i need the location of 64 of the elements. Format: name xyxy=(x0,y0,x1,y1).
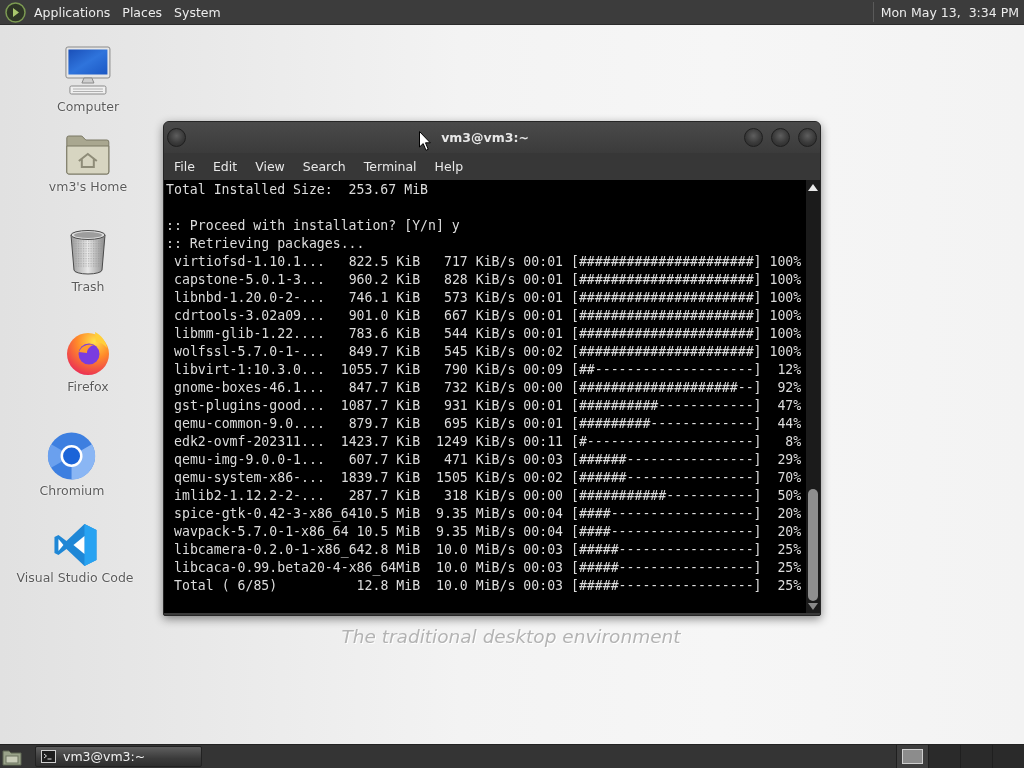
desktop-shortcut[interactable]: Chromium xyxy=(39,428,105,499)
desktop-shortcut[interactable]: Computer xyxy=(56,44,120,115)
window-control-button[interactable] xyxy=(798,128,817,147)
terminal-line: :: Proceed with installation? [Y/n] y xyxy=(166,217,460,235)
download-progress-line: edk2-ovmf-202311... 1423.7 KiB 1249 KiB/s 00:11 [#---------------------] 8% xyxy=(174,433,802,451)
scroll-up-icon[interactable] xyxy=(808,184,818,191)
mouse-pointer-icon xyxy=(419,131,431,151)
download-progress-line: libvirt-1:10.3.0... 1055.7 KiB 790 KiB/s 00:09 [##--------------------] 12% xyxy=(174,361,802,379)
window-control-button[interactable] xyxy=(167,128,186,147)
scrollbar[interactable] xyxy=(806,180,820,613)
download-progress-line: libmm-glib-1.22.... 783.6 KiB 544 KiB/s 00:01 [######################] 100% xyxy=(174,325,802,343)
workspace-cell[interactable] xyxy=(960,745,992,768)
download-progress-line: imlib2-1.12.2-2-... 287.7 KiB 318 KiB/s 00:00 [###########-----------] 50% xyxy=(174,487,802,505)
menu-item[interactable]: Terminal xyxy=(354,154,426,179)
download-progress-line: spice-gtk-0.42-3-x86_6410.5 MiB 9.35 MiB/s 00:04 [####------------------] 20% xyxy=(174,505,802,523)
download-progress-line: libcamera-0.2.0-1-x86_642.8 MiB 10.0 MiB/s 00:03 [#####-----------------] 25% xyxy=(174,541,802,559)
menu-item[interactable]: View xyxy=(246,154,294,179)
show-desktop-icon[interactable] xyxy=(2,747,22,766)
menu-item[interactable]: Edit xyxy=(203,154,247,179)
scrollbar-thumb[interactable] xyxy=(808,489,818,601)
window-thumbnail-icon xyxy=(902,749,923,764)
clock[interactable]: Mon May 13, 3:34 PM xyxy=(873,4,1024,20)
computer-monitor-icon xyxy=(64,46,112,96)
download-progress-line: libnbd-1.20.0-2-... 746.1 KiB 573 KiB/s 00:01 [######################] 100% xyxy=(174,289,802,307)
panel-menu[interactable]: System xyxy=(168,1,227,23)
wallpaper-caption: The traditional desktop environment xyxy=(341,626,681,647)
menu-item[interactable]: Help xyxy=(425,154,473,179)
panel-menu[interactable]: Places xyxy=(116,1,169,23)
terminal-line: :: Retrieving packages... xyxy=(166,235,365,253)
terminal-line: Total Installed Size: 253.67 MiB xyxy=(166,181,428,199)
home-folder-icon xyxy=(65,132,111,176)
taskbar-button[interactable]: vm3@vm3:~ xyxy=(35,746,202,767)
download-progress-line: libcaca-0.99.beta20-4-x86_64MiB 10.0 MiB/s 00:03 [#####-----------------] 25% xyxy=(174,559,802,577)
download-progress-line: gst-plugins-good... 1087.7 KiB 931 KiB/s 00:01 [##########------------] 47% xyxy=(174,397,802,415)
menu-item[interactable]: Search xyxy=(293,154,355,179)
download-progress-line: qemu-system-x86-... 1839.7 KiB 1505 KiB/s 00:02 [######----------------] 70% xyxy=(174,469,802,487)
menu-logo-icon[interactable] xyxy=(5,1,26,23)
menu-item[interactable]: File xyxy=(165,154,204,179)
download-progress-line: capstone-5.0.1-3... 960.2 KiB 828 KiB/s 00:01 [######################] 100% xyxy=(174,271,802,289)
download-total-line: Total ( 6/85) 12.8 MiB 10.0 MiB/s 00:03 [#####-----------------] 25% xyxy=(174,577,802,595)
window-control-button[interactable] xyxy=(771,128,790,147)
desktop-shortcut[interactable]: Firefox xyxy=(65,324,111,395)
terminal-icon xyxy=(41,750,56,763)
vscode-logo-icon xyxy=(53,523,97,567)
desktop-shortcut[interactable]: vm3's Home xyxy=(48,124,128,195)
download-progress-line: gnome-boxes-46.1... 847.7 KiB 732 KiB/s 00:00 [####################--] 92% xyxy=(174,379,802,397)
workspace-cell[interactable] xyxy=(992,745,1024,768)
firefox-logo-icon xyxy=(65,330,111,376)
trash-can-icon xyxy=(68,228,108,276)
download-progress-line: qemu-common-9.0.... 879.7 KiB 695 KiB/s 00:01 [#########-------------] 44% xyxy=(174,415,802,433)
download-progress-line: wavpack-5.7.0-1-x86_64 10.5 MiB 9.35 MiB/s 00:04 [####------------------] 20% xyxy=(174,523,802,541)
panel-menu[interactable]: Applications xyxy=(28,1,117,23)
download-progress-line: virtiofsd-1.10.1... 822.5 KiB 717 KiB/s 00:01 [######################] 100% xyxy=(174,253,802,271)
desktop-shortcut[interactable]: Visual Studio Code xyxy=(16,515,134,586)
scroll-down-icon[interactable] xyxy=(808,603,818,610)
workspace-cell[interactable] xyxy=(928,745,960,768)
download-progress-line: qemu-img-9.0.0-1... 607.7 KiB 471 KiB/s 00:03 [######----------------] 29% xyxy=(174,451,802,469)
workspace-cell[interactable] xyxy=(896,745,928,768)
window-title: vm3@vm3:~ xyxy=(441,130,529,145)
download-progress-line: wolfssl-5.7.0-1-... 849.7 KiB 545 KiB/s 00:02 [######################] 100% xyxy=(174,343,802,361)
download-progress-line: cdrtools-3.02a09... 901.0 KiB 667 KiB/s 00:01 [######################] 100% xyxy=(174,307,802,325)
chromium-logo-icon xyxy=(48,432,96,480)
desktop-shortcut[interactable]: Trash xyxy=(68,224,108,295)
window-control-button[interactable] xyxy=(744,128,763,147)
